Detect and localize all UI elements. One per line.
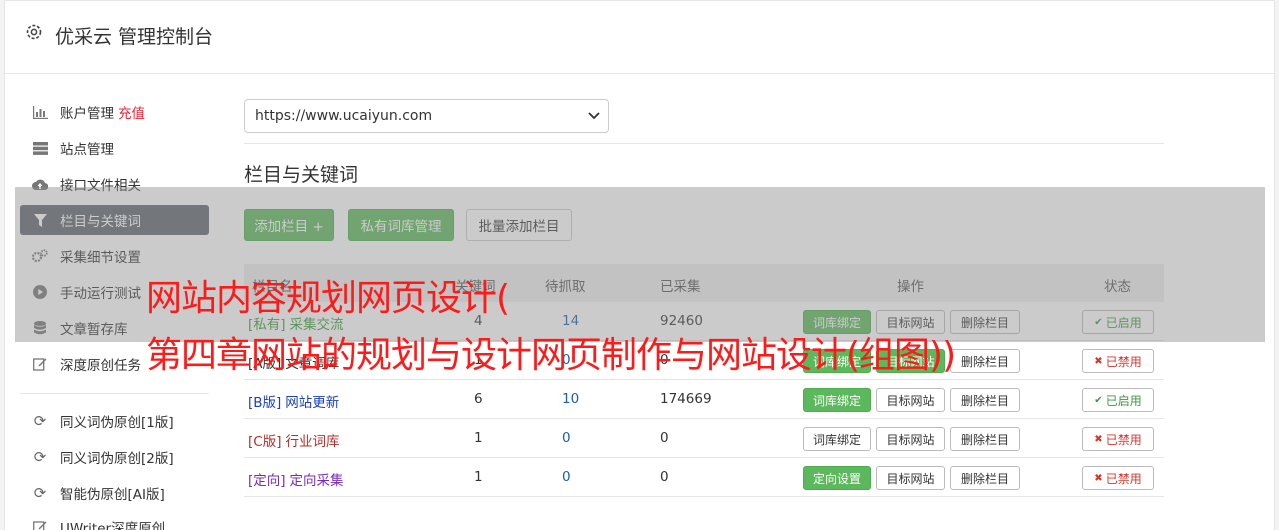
fetched-count[interactable]: 10 <box>562 391 579 407</box>
delete-column-button[interactable]: 删除栏目 <box>950 466 1020 490</box>
refresh-icon: ⟳ <box>33 412 47 430</box>
sidebar-item-label: 智能伪原创[AI版] <box>60 487 165 503</box>
site-select[interactable]: https://www.ucaiyun.com <box>244 99 609 133</box>
column-name-link[interactable]: [C版] 行业词库 <box>248 430 339 450</box>
row-divider <box>244 379 1164 380</box>
sidebar-item-account[interactable]: 账户管理 充值 <box>20 97 209 127</box>
page-title: 优采云 管理控制台 <box>55 26 214 48</box>
collected-count: 174669 <box>660 391 712 407</box>
column-title: 行业词库 <box>285 434 340 450</box>
sidebar-item-label: 同义词伪原创[1版] <box>60 415 174 431</box>
recharge-link[interactable]: 充值 <box>118 102 145 122</box>
chevron-down-icon <box>588 109 600 123</box>
refresh-icon: ⟳ <box>33 484 47 502</box>
divider <box>244 143 1164 144</box>
sidebar-item-uwriter[interactable]: UWriter深度原创 <box>20 512 209 530</box>
overlay-text-line1: 网站内容规划网页设计( <box>146 278 510 319</box>
delete-column-button[interactable]: 删除栏目 <box>950 427 1020 451</box>
status-toggle[interactable]: ✖ 已禁用 <box>1082 427 1154 451</box>
column-name-link[interactable]: [B版] 网站更新 <box>248 391 339 411</box>
section-title: 栏目与关键词 <box>244 164 359 186</box>
column-tag: [C版] <box>248 434 282 450</box>
column-name-link[interactable]: [定向] 定向采集 <box>248 469 344 489</box>
overlay-text-line2: 第四章网站的规划与设计网页制作与网站设计(组图)) <box>146 335 956 376</box>
sidebar-item-ai-rewrite[interactable]: ⟳ 智能伪原创[AI版] <box>20 478 209 508</box>
status-toggle[interactable]: ✔ 已启用 <box>1082 388 1154 412</box>
status-toggle[interactable]: ✖ 已禁用 <box>1082 466 1154 490</box>
delete-column-button[interactable]: 删除栏目 <box>950 349 1020 373</box>
target-site-button[interactable]: 目标网站 <box>876 388 945 412</box>
status-label: 已禁用 <box>1105 432 1142 447</box>
cross-icon: ✖ <box>1094 433 1103 445</box>
sidebar-item-sites[interactable]: 站点管理 <box>20 133 209 163</box>
row-divider <box>244 457 1164 458</box>
row-divider <box>244 418 1164 419</box>
cross-icon: ✖ <box>1094 472 1103 484</box>
bind-lexicon-button[interactable]: 词库绑定 <box>803 388 871 412</box>
gear-icon <box>26 24 42 40</box>
status-label: 已启用 <box>1105 393 1142 408</box>
column-tag: [B版] <box>248 395 282 411</box>
status-label: 已禁用 <box>1105 471 1142 486</box>
cross-icon: ✖ <box>1094 355 1103 367</box>
target-site-button[interactable]: 目标网站 <box>876 427 945 451</box>
sidebar-item-label: UWriter深度原创 <box>60 521 166 530</box>
site-select-value: https://www.ucaiyun.com <box>255 108 433 124</box>
target-site-button[interactable]: 目标网站 <box>876 466 945 490</box>
row-divider <box>244 496 1164 497</box>
collected-count: 0 <box>660 469 669 485</box>
sidebar-item-label: 同义词伪原创[2版] <box>60 451 174 467</box>
fetched-count[interactable]: 0 <box>562 430 571 446</box>
edit-icon <box>32 356 48 372</box>
keyword-count: 6 <box>474 391 483 407</box>
header-bar: 优采云 管理控制台 <box>5 1 1274 74</box>
edit-icon <box>32 519 48 530</box>
column-title: 网站更新 <box>285 395 340 411</box>
fetched-count[interactable]: 0 <box>562 469 571 485</box>
column-tag: [定向] <box>248 473 286 489</box>
delete-column-button[interactable]: 删除栏目 <box>950 388 1020 412</box>
sidebar-item-label: 深度原创任务 <box>60 358 141 374</box>
sidebar-item-label: 站点管理 <box>60 142 114 158</box>
column-title: 定向采集 <box>289 473 344 489</box>
refresh-icon: ⟳ <box>33 448 47 466</box>
sidebar-item-label: 账户管理 <box>60 106 114 122</box>
status-toggle[interactable]: ✖ 已禁用 <box>1082 349 1154 373</box>
keyword-count: 1 <box>474 469 483 485</box>
check-icon: ✔ <box>1094 394 1103 406</box>
server-icon <box>32 140 48 156</box>
sidebar-divider <box>20 393 209 394</box>
bind-lexicon-button[interactable]: 词库绑定 <box>803 427 871 451</box>
collected-count: 0 <box>660 430 669 446</box>
sidebar-item-synonym-v2[interactable]: ⟳ 同义词伪原创[2版] <box>20 442 209 472</box>
sidebar-item-synonym-v1[interactable]: ⟳ 同义词伪原创[1版] <box>20 406 209 436</box>
targeted-settings-button[interactable]: 定向设置 <box>803 466 871 490</box>
status-label: 已禁用 <box>1105 354 1142 369</box>
keyword-count: 1 <box>474 430 483 446</box>
bar-chart-icon <box>32 104 48 120</box>
